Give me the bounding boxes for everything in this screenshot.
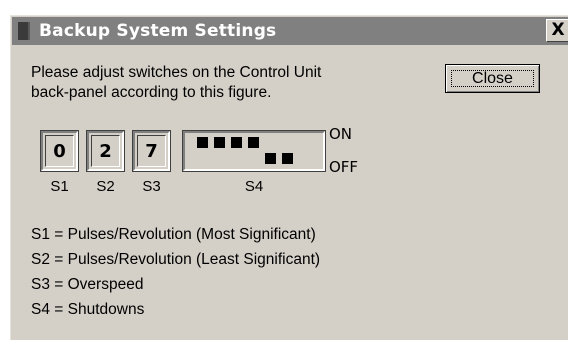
instructions-line-1: Please adjust switches on the Control Un… <box>31 64 322 81</box>
dip-lever-6 <box>282 153 293 164</box>
legend-item-s4: S4 = Shutdowns <box>31 301 145 318</box>
close-icon[interactable]: X <box>546 19 568 42</box>
switch-s1-label: S1 <box>50 178 69 195</box>
instructions-line-2: back-panel according to this figure. <box>31 84 272 101</box>
instructions-text: Please adjust switches on the Control Un… <box>31 63 391 103</box>
legend-item-s3: S3 = Overspeed <box>31 276 144 293</box>
dip-on-label: ON <box>329 125 353 143</box>
switch-s2-value: 2 <box>91 135 120 167</box>
switch-s1-value: 0 <box>45 135 74 167</box>
switch-s2-label: S2 <box>96 178 115 195</box>
backup-settings-dialog: Backup System Settings X Please adjust s… <box>10 15 568 340</box>
switch-s4-label: S4 <box>244 178 264 195</box>
dip-lever-4 <box>248 137 259 148</box>
switch-s2-display: 2 <box>86 130 125 172</box>
window-title: Backup System Settings <box>39 21 277 41</box>
switch-s3-value: 7 <box>137 135 166 167</box>
dip-lever-1 <box>197 137 208 148</box>
switch-s3-display: 7 <box>132 130 171 172</box>
dip-off-label: OFF <box>329 158 359 176</box>
switch-legend: S1 = Pulses/Revolution (Most Significant… <box>31 222 320 322</box>
app-icon <box>18 22 30 40</box>
switch-s1-display: 0 <box>40 130 79 172</box>
dip-switch-s4 <box>182 130 326 172</box>
title-bar[interactable]: Backup System Settings X <box>12 17 568 45</box>
switch-s3-label: S3 <box>142 178 161 195</box>
dip-lever-2 <box>214 137 225 148</box>
close-button[interactable]: Close <box>445 64 540 93</box>
dip-lever-3 <box>231 137 242 148</box>
focus-rectangle <box>451 70 534 87</box>
legend-item-s2: S2 = Pulses/Revolution (Least Significan… <box>31 251 321 268</box>
dip-lever-5 <box>265 153 276 164</box>
legend-item-s1: S1 = Pulses/Revolution (Most Significant… <box>31 226 316 243</box>
